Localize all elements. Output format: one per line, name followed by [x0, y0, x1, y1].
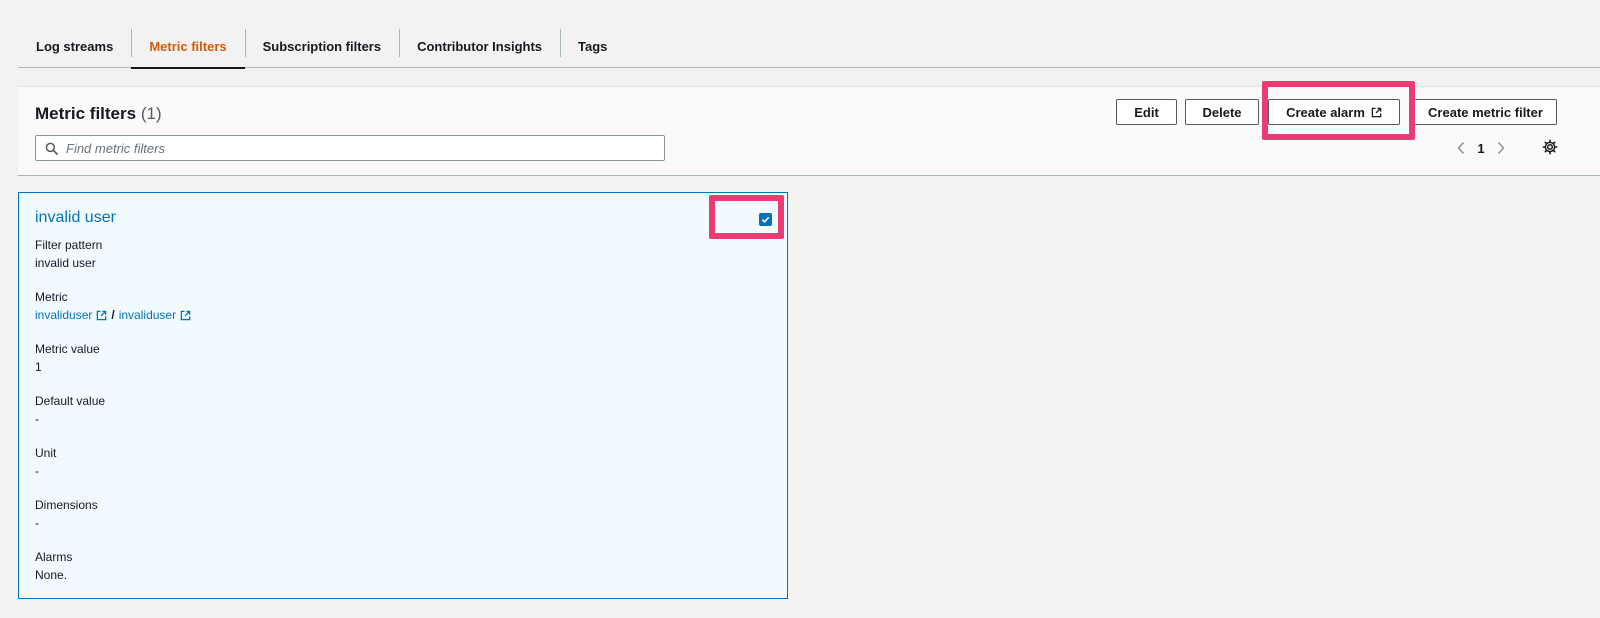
create-alarm-button-label: Create alarm [1286, 104, 1365, 120]
default-value-label: Default value [35, 394, 106, 408]
tab-tags[interactable]: Tags [560, 29, 625, 63]
external-link-icon[interactable] [180, 310, 191, 321]
tab-log-streams[interactable]: Log streams [18, 29, 131, 63]
metric-separator: / [111, 308, 115, 322]
search-input[interactable] [66, 140, 664, 156]
filter-pattern-field: Filter pattern invalid user [35, 237, 102, 272]
filter-pattern-label: Filter pattern [35, 238, 103, 252]
metric-value-field: Metric value 1 [35, 341, 100, 376]
tab-contributor-insights[interactable]: Contributor Insights [399, 29, 560, 63]
item-count: (1) [140, 104, 162, 123]
alarms-label: Alarms [35, 550, 73, 564]
search-icon [36, 142, 66, 155]
chevron-right-icon[interactable] [1490, 141, 1512, 155]
current-page[interactable]: 1 [1472, 141, 1490, 156]
page-title: Metric filters (1) [35, 104, 162, 124]
tab-bar: Log streams Metric filters Subscription … [18, 24, 1600, 69]
select-checkbox[interactable] [759, 213, 772, 226]
metric-field: Metric invaliduser / invaliduser [35, 289, 191, 324]
chevron-left-icon[interactable] [1450, 141, 1472, 155]
pagination: 1 [1450, 135, 1512, 161]
metric-filter-card[interactable]: invalid user Filter pattern invalid user… [18, 192, 788, 599]
default-value-field: Default value - [35, 393, 105, 428]
alarms-value: None. [35, 568, 68, 582]
dimensions-value: - [35, 516, 39, 530]
create-alarm-button[interactable]: Create alarm [1268, 99, 1400, 125]
metric-filters-header: Metric filters (1) Edit Delete Create al… [18, 86, 1600, 176]
page-title-text: Metric filters [35, 104, 137, 123]
default-value-value: - [35, 412, 39, 426]
gear-icon[interactable] [1540, 137, 1560, 157]
alarms-field: Alarms None. [35, 549, 72, 584]
delete-button-label: Delete [1202, 104, 1242, 120]
unit-label: Unit [35, 446, 57, 460]
tab-subscription-filters[interactable]: Subscription filters [244, 29, 399, 63]
metric-name-link[interactable]: invaliduser [119, 306, 176, 324]
edit-button[interactable]: Edit [1116, 99, 1177, 125]
metric-label: Metric [35, 290, 68, 304]
search-field [35, 135, 665, 161]
unit-value: - [35, 464, 39, 478]
metric-value-value: 1 [35, 360, 42, 374]
metric-namespace-link[interactable]: invaliduser [35, 306, 92, 324]
external-link-icon [1371, 107, 1382, 117]
unit-field: Unit - [35, 445, 56, 480]
checkmark-icon [761, 216, 770, 224]
filter-pattern-value: invalid user [35, 256, 96, 270]
metric-value-links: invaliduser / invaliduser [35, 306, 191, 324]
create-metric-filter-button[interactable]: Create metric filter [1414, 99, 1557, 125]
metric-value-label: Metric value [35, 342, 100, 356]
edit-button-label: Edit [1134, 104, 1159, 120]
create-metric-filter-button-label: Create metric filter [1428, 104, 1543, 120]
dimensions-field: Dimensions - [35, 497, 98, 532]
metric-filter-name[interactable]: invalid user [35, 209, 116, 227]
dimensions-label: Dimensions [35, 498, 98, 512]
delete-button[interactable]: Delete [1185, 99, 1259, 125]
external-link-icon[interactable] [96, 310, 107, 321]
tab-metric-filters[interactable]: Metric filters [131, 29, 245, 69]
